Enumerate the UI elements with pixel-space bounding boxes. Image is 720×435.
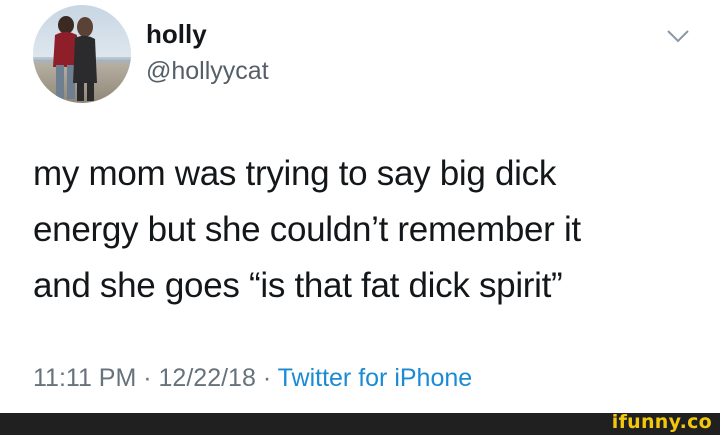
tweet-text-line: my mom was trying to say big dick xyxy=(33,154,557,193)
ifunny-watermark: ifunny.co xyxy=(611,411,712,433)
tweet-text-line: and she goes “is that fat dick spirit” xyxy=(33,266,563,305)
tweet-time[interactable]: 11:11 PM xyxy=(33,364,136,392)
user-handle[interactable]: @hollyycat xyxy=(146,55,269,87)
tweet-text-line: energy but she couldn’t remember it xyxy=(33,210,581,249)
profile-photo xyxy=(33,5,131,103)
meta-separator: · xyxy=(143,364,152,392)
tweet-source-link[interactable]: Twitter for iPhone xyxy=(278,364,473,392)
tweet-text: my mom was trying to say big dick energy… xyxy=(33,146,703,314)
meta-separator: · xyxy=(262,364,272,392)
tweet-metadata: 11:11 PM · 12/22/18 · Twitter for iPhone xyxy=(33,362,472,394)
tweet-date[interactable]: 12/22/18 xyxy=(159,364,256,392)
avatar[interactable] xyxy=(33,5,131,103)
display-name[interactable]: holly xyxy=(146,18,207,50)
tweet-card: holly @hollyycat my mom was trying to sa… xyxy=(0,0,720,413)
footer-bar: ifunny.co xyxy=(0,411,720,435)
chevron-down-icon[interactable] xyxy=(664,26,692,46)
